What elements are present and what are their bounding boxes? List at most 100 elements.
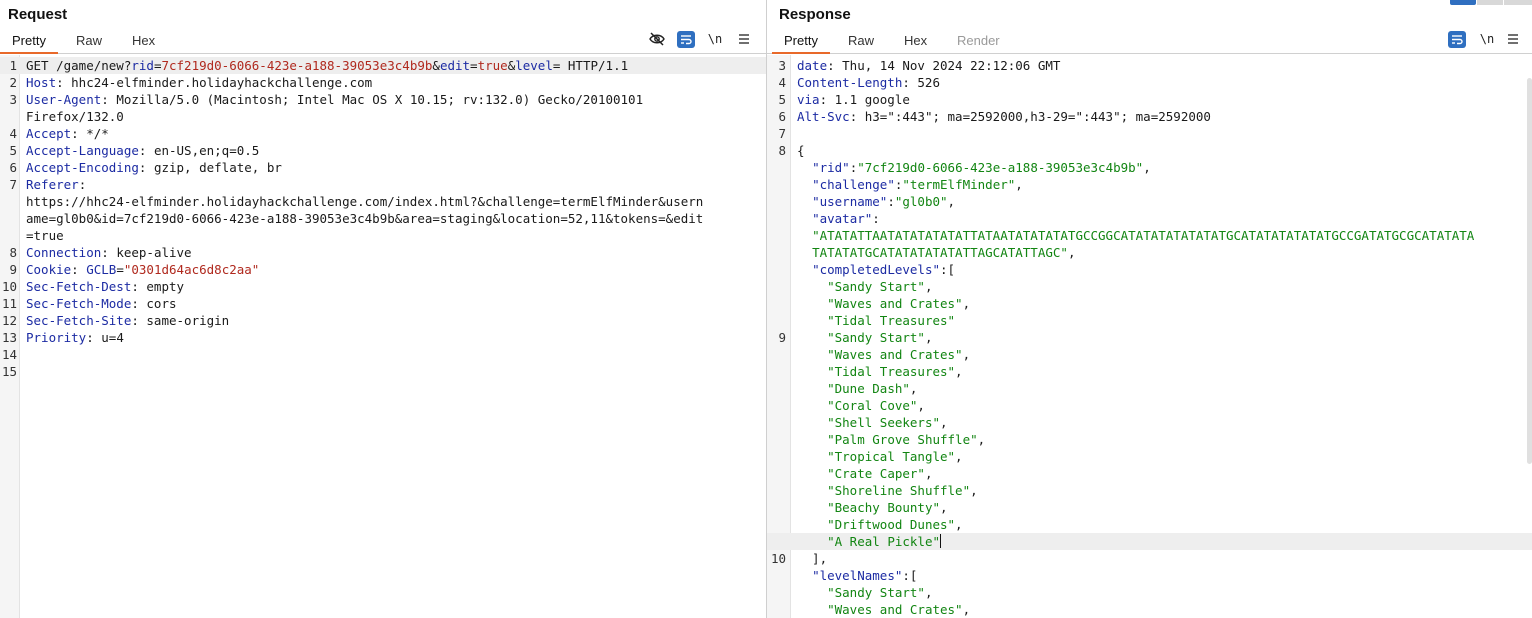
code-line[interactable]: 5 Accept-Language: en-US,en;q=0.5 — [0, 142, 766, 159]
code-line[interactable]: "A Real Pickle" — [767, 533, 1532, 550]
code-line[interactable]: "Tropical Tangle", — [767, 448, 1532, 465]
code-token: , — [962, 296, 971, 311]
code-token: : — [71, 262, 87, 277]
code-token: :[ — [940, 262, 956, 277]
code-line[interactable]: 15 — [0, 363, 766, 380]
code-line[interactable]: 14 — [0, 346, 766, 363]
code-line[interactable]: "levelNames":[ — [767, 567, 1532, 584]
code-line[interactable]: 5 via: 1.1 google — [767, 91, 1532, 108]
code-token: "Shell Seekers" — [827, 415, 940, 430]
layout-toggle-middle[interactable] — [1477, 0, 1503, 5]
eye-slash-icon[interactable] — [648, 30, 666, 52]
code-line[interactable]: "Tidal Treasures", — [767, 363, 1532, 380]
code-line[interactable]: 8 Connection: keep-alive — [0, 244, 766, 261]
code-token: Alt-Svc — [797, 109, 850, 124]
request-editor[interactable]: 1 GET /game/new?rid = 7cf219d0-6066-423e-a1… — [0, 55, 766, 618]
code-line[interactable]: 11 Sec-Fetch-Mode: cors — [0, 295, 766, 312]
code-line[interactable]: "Tidal Treasures" — [767, 312, 1532, 329]
code-text: "Crate Caper", — [797, 465, 1520, 482]
code-line[interactable]: "Dune Dash", — [767, 380, 1532, 397]
line-number: 3 — [9, 92, 17, 107]
code-line[interactable]: 1 GET /game/new?rid = 7cf219d0-6066-423e-a1… — [0, 57, 766, 74]
layout-toggle-right[interactable] — [1504, 0, 1532, 5]
code-line[interactable]: 4 Content-Length: 526 — [767, 74, 1532, 91]
code-text: "challenge":"termElfMinder", — [797, 176, 1520, 193]
code-line[interactable]: Firefox/132.0 — [0, 108, 766, 125]
wrap-text-icon[interactable] — [677, 31, 695, 48]
code-line[interactable]: ame=gl0b0&id=7cf219d0-6066-423e-a188-390… — [0, 210, 766, 227]
code-line[interactable]: TATATATGCATATATATATATTAGCATATTAGC", — [767, 244, 1532, 261]
layout-toggle-left[interactable] — [1450, 0, 1476, 5]
code-token: date — [797, 58, 828, 73]
response-editor[interactable]: 3 date: Thu, 14 Nov 2024 22:12:06 GMT 4 Con… — [767, 55, 1532, 618]
code-text: "Sandy Start", — [797, 329, 1520, 346]
request-tab-raw[interactable]: Raw — [64, 30, 114, 54]
code-line[interactable]: 8{ — [767, 142, 1532, 159]
code-line[interactable]: 4 Accept: */* — [0, 125, 766, 142]
code-line[interactable]: https://hhc24-elfminder.holidayhackchall… — [0, 193, 766, 210]
code-line[interactable]: 3 User-Agent: Mozilla/5.0 (Macintosh; Int… — [0, 91, 766, 108]
code-line[interactable]: 6 Alt-Svc: h3=":443"; ma=2592000,h3-29=":… — [767, 108, 1532, 125]
newline-icon[interactable]: \n — [706, 30, 724, 52]
response-tab-pretty[interactable]: Pretty — [772, 30, 830, 54]
code-text: Connection: keep-alive — [26, 244, 754, 261]
code-line[interactable]: "Waves and Crates", — [767, 601, 1532, 618]
code-line[interactable]: "Sandy Start", — [767, 584, 1532, 601]
request-tab-pretty[interactable]: Pretty — [0, 30, 58, 54]
code-line[interactable]: "Shoreline Shuffle", — [767, 482, 1532, 499]
code-line[interactable]: 10 ], — [767, 550, 1532, 567]
code-line[interactable]: "Waves and Crates", — [767, 295, 1532, 312]
code-text: User-Agent: Mozilla/5.0 (Macintosh; Inte… — [26, 91, 754, 108]
code-line[interactable]: "Beachy Bounty", — [767, 499, 1532, 516]
layout-toggle[interactable] — [1450, 0, 1532, 6]
code-token: , — [909, 381, 918, 396]
code-token: TATATATGCATATATATATATTAGCATATTAGC" — [812, 245, 1068, 260]
code-line[interactable]: "rid":"7cf219d0-6066-423e-a188-39053e3c4… — [767, 159, 1532, 176]
code-text: date: Thu, 14 Nov 2024 22:12:06 GMT — [797, 57, 1520, 74]
code-token: , — [1067, 245, 1076, 260]
menu-icon[interactable] — [1505, 30, 1521, 52]
code-line[interactable]: "avatar": — [767, 210, 1532, 227]
code-text: Accept-Encoding: gzip, deflate, br — [26, 159, 754, 176]
request-tab-hex[interactable]: Hex — [120, 30, 167, 54]
code-line[interactable]: 6 Accept-Encoding: gzip, deflate, br — [0, 159, 766, 176]
code-line[interactable]: "Driftwood Dunes", — [767, 516, 1532, 533]
response-tab-render[interactable]: Render — [945, 30, 1012, 54]
wrap-text-icon[interactable] — [1448, 31, 1466, 48]
menu-icon[interactable] — [736, 30, 752, 52]
response-tab-hex[interactable]: Hex — [892, 30, 939, 54]
code-line[interactable]: 9 Cookie: GCLB="0301d64ac6d8c2aa" — [0, 261, 766, 278]
code-line[interactable]: 10 Sec-Fetch-Dest: empty — [0, 278, 766, 295]
code-text: "username":"gl0b0", — [797, 193, 1520, 210]
code-line[interactable]: =true — [0, 227, 766, 244]
code-line[interactable]: "ATATATTAATATATATATATTATAATATATATATGCCGG… — [767, 227, 1532, 244]
code-line[interactable]: "Sandy Start", — [767, 278, 1532, 295]
code-line[interactable]: 3 date: Thu, 14 Nov 2024 22:12:06 GMT — [767, 57, 1532, 74]
code-line[interactable]: "Palm Grove Shuffle", — [767, 431, 1532, 448]
response-scrollbar[interactable] — [1527, 78, 1532, 464]
code-line[interactable]: "Waves and Crates", — [767, 346, 1532, 363]
code-line[interactable]: 2 Host: hhc24-elfminder.holidayhackchalle… — [0, 74, 766, 91]
code-line[interactable]: "Coral Cove", — [767, 397, 1532, 414]
response-panel: Response Pretty Raw Hex Render \n 3 date:… — [767, 0, 1532, 618]
code-line[interactable]: 13 Priority: u=4 — [0, 329, 766, 346]
code-line[interactable]: "Crate Caper", — [767, 465, 1532, 482]
code-line[interactable]: 7 Referer: — [0, 176, 766, 193]
code-line[interactable]: "username":"gl0b0", — [767, 193, 1532, 210]
code-text: { — [797, 142, 1520, 159]
code-line[interactable]: "Shell Seekers", — [767, 414, 1532, 431]
code-token: : u=4 — [86, 330, 124, 345]
code-line[interactable]: 7 — [767, 125, 1532, 142]
code-line[interactable]: "challenge":"termElfMinder", — [767, 176, 1532, 193]
newline-icon[interactable]: \n — [1478, 30, 1496, 52]
code-line[interactable]: 9 "Sandy Start", — [767, 329, 1532, 346]
code-line[interactable]: "completedLevels":[ — [767, 261, 1532, 278]
code-line[interactable]: 12 Sec-Fetch-Site: same-origin — [0, 312, 766, 329]
code-token: , — [955, 517, 963, 532]
response-tab-raw[interactable]: Raw — [836, 30, 886, 54]
code-text: Firefox/132.0 — [26, 108, 754, 125]
